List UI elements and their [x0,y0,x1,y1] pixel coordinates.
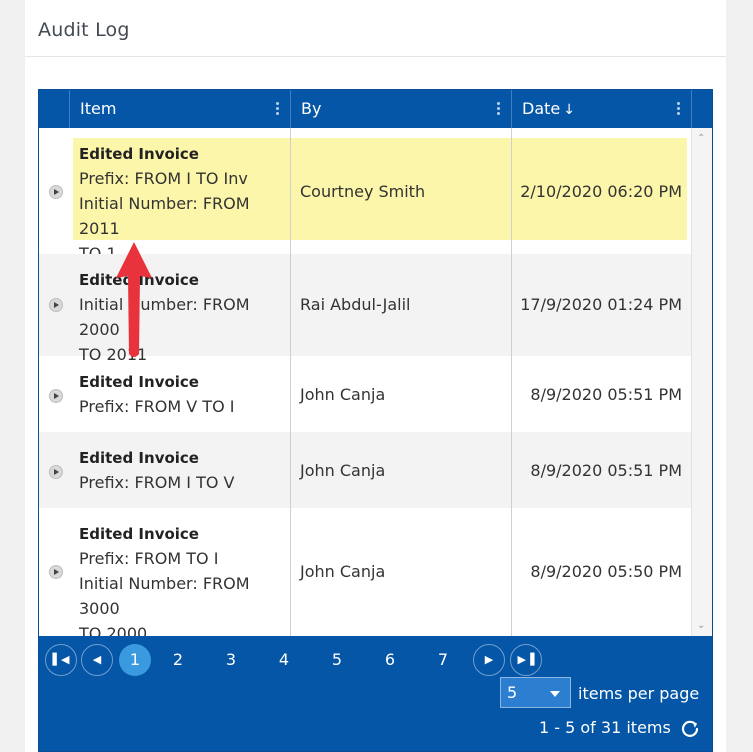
pager-info: 1 - 5 of 31 items [539,718,671,737]
item-detail: Prefix: FROM I TO V [79,473,235,492]
by-cell: John Canja [300,562,386,581]
annotation-arrow-icon [116,242,152,357]
sort-descending-icon: ↓ [563,102,575,118]
page-6-button[interactable]: 6 [374,644,406,676]
item-detail: Prefix: FROM TO I [79,549,219,568]
page-2-button[interactable]: 2 [162,644,194,676]
date-cell: 8/9/2020 05:50 PM [530,562,682,581]
column-menu-icon[interactable] [497,102,501,118]
vertical-scrollbar[interactable]: ⌃ ⌄ [691,128,712,636]
item-title: Edited Invoice [79,373,199,391]
table-row[interactable]: Edited Invoice Prefix: FROM V TO I John … [39,356,691,432]
page-7-button[interactable]: 7 [427,644,459,676]
column-header-label: Date [522,99,561,118]
by-cell: John Canja [300,385,386,404]
by-cell: John Canja [300,461,386,480]
item-detail: Prefix: FROM I TO Inv [79,169,248,188]
column-header-by[interactable]: By [290,90,511,128]
item-detail: Initial Number: FROM 2011 [79,194,250,238]
expand-column-header [39,90,69,128]
expand-row-icon[interactable] [49,185,63,199]
expand-row-icon[interactable] [49,389,63,403]
table-row[interactable]: Edited Invoice Prefix: FROM I TO V John … [39,432,691,508]
page-size-select[interactable]: 5 [500,677,571,708]
item-title: Edited Invoice [79,271,199,289]
page-size-value: 5 [507,683,518,702]
first-page-button[interactable]: ▌◀ [45,644,77,676]
column-header-date[interactable]: Date ↓ [511,90,691,128]
item-detail: Initial Number: FROM 3000 [79,574,250,618]
chevron-down-icon [550,691,560,697]
panel-header: Audit Log [25,0,726,57]
scroll-up-icon[interactable]: ⌃ [697,134,706,144]
item-cell: Edited Invoice Prefix: FROM I TO V [79,446,289,495]
item-title: Edited Invoice [79,145,199,163]
expand-row-icon[interactable] [49,298,63,312]
item-cell: Edited Invoice Prefix: FROM TO I Initial… [79,522,289,636]
table-row[interactable]: Edited Invoice Prefix: FROM I TO Inv Ini… [39,128,691,263]
item-cell: Edited Invoice Prefix: FROM V TO I [79,370,289,419]
scroll-column-header [691,90,712,128]
item-title: Edited Invoice [79,525,199,543]
item-detail: Prefix: FROM V TO I [79,397,235,416]
column-divider [511,128,512,636]
last-page-button[interactable]: ▶▐ [510,644,542,676]
expand-row-icon[interactable] [49,565,63,579]
expand-row-icon[interactable] [49,465,63,479]
page-1-button[interactable]: 1 [119,644,151,676]
by-cell: Courtney Smith [300,182,426,201]
table-row[interactable]: Edited Invoice Prefix: FROM TO I Initial… [39,508,691,636]
page-3-button[interactable]: 3 [215,644,247,676]
panel-title: Audit Log [38,19,130,41]
date-cell: 8/9/2020 05:51 PM [530,461,682,480]
scroll-down-icon[interactable]: ⌄ [697,621,706,631]
grid-header: Item By Date ↓ [39,90,712,128]
column-menu-icon[interactable] [276,102,280,118]
item-cell: Edited Invoice Prefix: FROM I TO Inv Ini… [79,142,289,266]
audit-log-grid: Item By Date ↓ Edited Invoice Prefix: FRO… [38,89,713,752]
item-cell: Edited Invoice Initial Number: FROM 2000… [79,268,289,367]
column-header-label: Item [80,99,117,118]
column-header-label: By [301,99,322,118]
date-cell: 2/10/2020 06:20 PM [520,182,682,201]
column-menu-icon[interactable] [677,102,681,118]
column-header-item[interactable]: Item [69,90,290,128]
item-detail: TO 2000 [79,624,148,636]
previous-page-button[interactable]: ◀ [81,644,113,676]
date-cell: 17/9/2020 01:24 PM [520,295,682,314]
item-title: Edited Invoice [79,449,199,467]
items-per-page-label: items per page [578,684,700,703]
next-page-button[interactable]: ▶ [473,644,505,676]
by-cell: Rai Abdul-Jalil [300,295,411,314]
refresh-icon[interactable] [680,718,700,738]
item-detail: Initial Number: FROM 2000 [79,295,250,339]
column-divider [290,128,291,636]
page-4-button[interactable]: 4 [268,644,300,676]
grid-body: Edited Invoice Prefix: FROM I TO Inv Ini… [39,128,691,636]
page-5-button[interactable]: 5 [321,644,353,676]
date-cell: 8/9/2020 05:51 PM [530,385,682,404]
pager: ▌◀ ◀ 1 2 3 4 5 6 7 ▶ ▶▐ 5 items per page… [39,636,712,751]
